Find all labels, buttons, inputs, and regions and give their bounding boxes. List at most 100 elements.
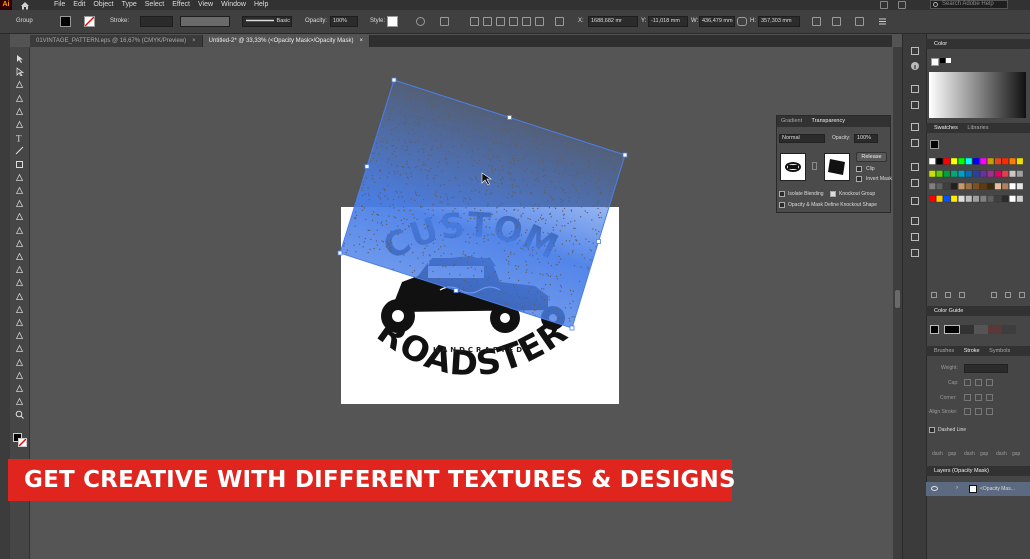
invert-mask-checkbox[interactable] <box>856 176 862 182</box>
line-tool-icon[interactable] <box>15 146 24 155</box>
swatch[interactable] <box>987 158 995 165</box>
tab-libraries[interactable]: Libraries <box>967 123 988 133</box>
stroke-weight-field[interactable] <box>964 364 1008 373</box>
graphic-style-swatch[interactable] <box>387 16 398 27</box>
menu-file[interactable]: File <box>54 0 65 10</box>
menu-object[interactable]: Object <box>93 0 113 10</box>
swatch[interactable] <box>972 170 980 178</box>
blend-mode-select[interactable]: Normal <box>779 134 825 143</box>
swatch[interactable] <box>987 170 995 178</box>
new-color-group-icon[interactable] <box>991 292 997 298</box>
swatch[interactable] <box>950 195 958 203</box>
brush-definition-select[interactable]: Basic <box>242 16 292 27</box>
swatch[interactable] <box>943 158 951 165</box>
rectangle-tool-icon[interactable] <box>15 160 24 169</box>
swatch[interactable] <box>1009 195 1017 203</box>
swatch[interactable] <box>1016 182 1024 190</box>
character-icon[interactable] <box>910 216 920 226</box>
color-fill-swatch[interactable] <box>931 58 939 66</box>
color-white-chip[interactable] <box>946 58 951 63</box>
swatch[interactable] <box>979 170 987 178</box>
swatch[interactable] <box>943 195 951 203</box>
swatch[interactable] <box>936 195 944 203</box>
scale-tool-icon[interactable] <box>15 226 24 235</box>
mesh-tool-icon[interactable] <box>15 292 24 301</box>
help-search-input[interactable]: Search Adobe Help <box>930 0 1008 9</box>
swatch[interactable] <box>929 182 936 190</box>
swatch-kind-icon[interactable] <box>945 292 951 298</box>
column-graph-tool-icon[interactable] <box>15 358 24 367</box>
menu-edit[interactable]: Edit <box>73 0 85 10</box>
menu-select[interactable]: Select <box>145 0 164 10</box>
knockout-group-checkbox[interactable] <box>830 191 836 197</box>
swatch[interactable] <box>1016 158 1024 165</box>
transparency-icon[interactable] <box>910 138 920 148</box>
miter-join-icon[interactable] <box>964 394 971 401</box>
selection-tool-icon[interactable] <box>15 54 24 63</box>
magic-wand-tool-icon[interactable] <box>15 80 24 89</box>
artboard-tool-icon[interactable] <box>15 371 24 380</box>
graphic-styles-icon[interactable] <box>910 84 920 94</box>
blend-tool-icon[interactable] <box>15 331 24 340</box>
scrollbar-thumb[interactable] <box>895 290 900 308</box>
swatch[interactable] <box>929 158 936 165</box>
workspace-icon[interactable] <box>898 1 906 9</box>
symbol-sprayer-tool-icon[interactable] <box>15 344 24 353</box>
close-icon[interactable]: × <box>359 35 363 47</box>
close-icon[interactable]: × <box>192 35 196 47</box>
gradient-tool-icon[interactable] <box>15 305 24 314</box>
swatch[interactable] <box>1009 158 1017 165</box>
bevel-join-icon[interactable] <box>986 394 993 401</box>
swatch[interactable] <box>958 170 965 178</box>
recolor-artwork-icon[interactable] <box>416 17 425 26</box>
swatch[interactable] <box>936 158 944 165</box>
appearance-icon[interactable] <box>910 46 920 56</box>
y-field[interactable]: -11,018 mm <box>648 16 688 27</box>
constrain-link-icon[interactable] <box>737 17 747 26</box>
eyedropper-tool-icon[interactable] <box>15 318 24 327</box>
swatch[interactable] <box>979 182 987 190</box>
swatch[interactable] <box>929 195 936 203</box>
swatch[interactable] <box>965 195 973 203</box>
round-cap-icon[interactable] <box>975 379 982 386</box>
pencil-tool-icon[interactable] <box>15 186 24 195</box>
eraser-tool-icon[interactable] <box>15 199 24 208</box>
tab-symbols[interactable]: Symbols <box>989 346 1010 356</box>
swatch[interactable] <box>1001 195 1009 203</box>
align-right-icon[interactable] <box>496 17 505 26</box>
mask-link-icon[interactable] <box>812 162 817 170</box>
pathfinder-icon[interactable] <box>910 178 920 188</box>
swatch[interactable] <box>994 158 1002 165</box>
swatch-library-icon[interactable] <box>931 292 937 298</box>
opacity-field[interactable]: 100% <box>330 16 358 27</box>
swatch[interactable] <box>979 158 987 165</box>
stroke-weight-field[interactable] <box>140 16 173 27</box>
swatch[interactable] <box>1001 170 1009 178</box>
info-icon[interactable] <box>910 61 920 71</box>
swatch[interactable] <box>958 195 965 203</box>
swatch[interactable] <box>1001 182 1009 190</box>
artboard[interactable] <box>341 207 619 404</box>
panel-menu-icon[interactable] <box>878 17 887 26</box>
align-outside-stroke-icon[interactable] <box>986 408 993 415</box>
swatch[interactable] <box>987 182 995 190</box>
direct-selection-tool-icon[interactable] <box>15 67 24 77</box>
swatch[interactable] <box>965 158 973 165</box>
align-middle-icon[interactable] <box>522 17 531 26</box>
layers-icon[interactable] <box>910 122 920 132</box>
swatch[interactable] <box>958 182 965 190</box>
align-to-icon[interactable] <box>440 17 449 26</box>
align-top-icon[interactable] <box>509 17 518 26</box>
swatch[interactable] <box>994 195 1002 203</box>
menu-help[interactable]: Help <box>254 0 268 10</box>
swatch[interactable] <box>1009 170 1017 178</box>
menu-type[interactable]: Type <box>122 0 137 10</box>
swatch[interactable] <box>1009 182 1017 190</box>
h-field[interactable]: 357,303 mm <box>758 16 800 27</box>
menu-view[interactable]: View <box>198 0 213 10</box>
paragraph-icon[interactable] <box>910 232 920 242</box>
free-transform-tool-icon[interactable] <box>15 252 24 261</box>
layers-panel-title[interactable]: Layers (Opacity Mask) <box>934 466 989 476</box>
links-icon[interactable] <box>910 196 920 206</box>
round-join-icon[interactable] <box>975 394 982 401</box>
